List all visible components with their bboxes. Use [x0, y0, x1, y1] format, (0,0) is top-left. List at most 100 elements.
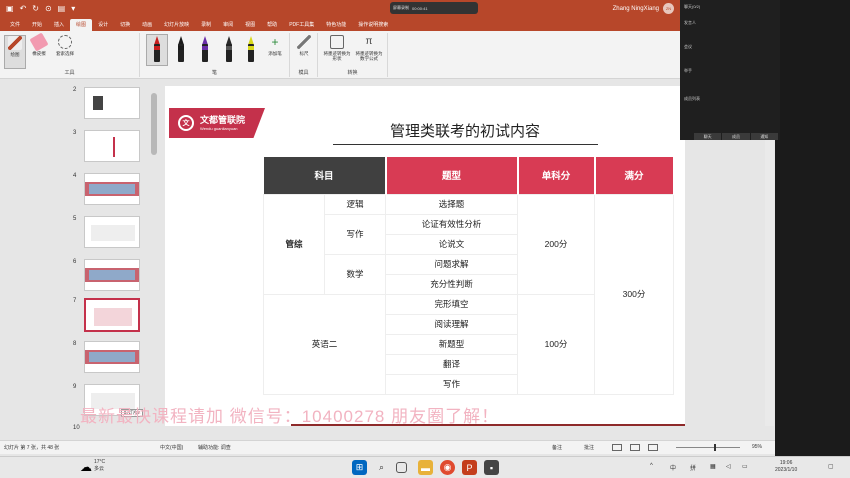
undo-icon[interactable]: ↶ — [20, 4, 27, 13]
ribbon: 绘图 橡皮擦 套索选择 工具 + 添加笔 笔 标尺 模具 将墨迹转换为形状 π … — [0, 31, 680, 79]
user-name: Zhang NingXiang — [612, 5, 659, 12]
type-cell: 阅读理解 — [385, 313, 519, 335]
tab-transitions[interactable]: 切换 — [114, 21, 136, 31]
weather-desc: 多云 — [94, 465, 105, 472]
slide-thumbnail-2[interactable] — [84, 87, 140, 119]
zoom-slider[interactable] — [676, 447, 740, 448]
panel-tab[interactable]: 成员 — [722, 133, 750, 140]
pen-black-icon[interactable] — [176, 36, 186, 64]
redo-icon[interactable]: ↻ — [32, 4, 39, 13]
weather-widget[interactable]: 17°C 多云 — [94, 459, 124, 472]
slide-thumbnail-7[interactable] — [84, 298, 140, 332]
tab-design[interactable]: 设计 — [92, 21, 114, 31]
clock-date: 2023/1/10 — [775, 467, 798, 473]
slide-thumbnail-5[interactable] — [84, 216, 140, 248]
zoom-level[interactable]: 95% — [752, 444, 762, 450]
notes-button[interactable]: 备注 — [552, 444, 562, 451]
task-view-icon[interactable] — [396, 462, 407, 473]
header-score: 单科分 — [517, 157, 596, 194]
powerpoint-icon[interactable]: P — [462, 460, 477, 475]
panel-item[interactable]: 聊天(0/2) — [684, 4, 700, 10]
volume-icon[interactable]: ◁ — [726, 463, 731, 470]
highlighter-yellow-icon[interactable] — [246, 36, 256, 64]
shape-icon — [330, 35, 344, 49]
pen-red-icon[interactable] — [152, 36, 162, 64]
recording-indicator: 屏幕录制 00:00:41 — [390, 2, 478, 14]
slide-number: 5 — [73, 216, 77, 222]
type-cell: 论证有效性分析 — [385, 213, 519, 235]
slide-canvas[interactable]: 文 文都管联院 Wendu guanlianyuan 管理类联考的初试内容 科目… — [165, 86, 685, 426]
ribbon-tabs: 文件 开始 插入 绘图 设计 切换 动画 幻灯片放映 录制 审阅 视图 帮助 P… — [0, 17, 680, 31]
header-subject: 科目 — [263, 157, 387, 194]
user-account[interactable]: Zhang NingXiang ZN — [613, 0, 680, 17]
tab-insert[interactable]: 插入 — [48, 21, 70, 31]
normal-view-icon[interactable] — [612, 444, 622, 451]
language-status[interactable]: 中文(中国) — [160, 444, 183, 451]
panel-tab[interactable]: 聊天 — [694, 133, 722, 140]
ime-mode[interactable]: 中 — [670, 463, 676, 472]
present-icon[interactable]: ⊙ — [45, 4, 52, 13]
slide-number: 3 — [73, 130, 77, 136]
tell-me-search[interactable]: 操作说明搜索 — [352, 21, 394, 31]
ime-pinyin[interactable]: 拼 — [690, 463, 696, 472]
slide-thumbnail-6[interactable] — [84, 259, 140, 291]
slide-thumbnail-4[interactable] — [84, 173, 140, 205]
pen-purple-icon[interactable] — [200, 36, 210, 64]
sub-subject-cell: 数学 — [323, 253, 387, 295]
panel-item[interactable]: 举手 — [684, 68, 692, 74]
panel-item[interactable]: 会议 — [684, 44, 692, 50]
ink-to-math-button[interactable]: π 将墨迹转换为数学公式 — [354, 35, 384, 62]
eraser-button[interactable]: 橡皮擦 — [28, 32, 50, 56]
panel-item[interactable]: 发言人 — [684, 20, 696, 26]
tab-view[interactable]: 视图 — [239, 21, 261, 31]
add-pen-button[interactable]: + 添加笔 — [264, 35, 286, 56]
panel-tab[interactable]: 通知 — [750, 133, 778, 140]
tab-draw[interactable]: 绘图 — [70, 19, 93, 31]
system-clock[interactable]: 19:06 2023/1/10 — [775, 460, 797, 474]
slide-thumbnail-3[interactable] — [84, 130, 140, 162]
panel-item[interactable]: 成员列表 — [684, 96, 700, 102]
slide-number: 7 — [73, 298, 77, 304]
ink-to-shape-button[interactable]: 将墨迹转换为形状 — [322, 35, 352, 62]
panel-scrollbar[interactable] — [151, 93, 157, 155]
tab-slideshow[interactable]: 幻灯片放映 — [158, 21, 195, 31]
windows-taskbar: ☁ 17°C 多云 ⊞ ⌕ ▬ ◉ P ▪ ^ 中 拼 ▦ ◁ ▭ 19:06 … — [0, 456, 850, 478]
ruler-button[interactable]: 标尺 — [293, 35, 315, 56]
sub-subject-cell: 逻辑 — [323, 193, 387, 215]
tools-group-label: 工具 — [64, 70, 75, 76]
tab-home[interactable]: 开始 — [26, 21, 48, 31]
tab-record[interactable]: 录制 — [195, 21, 217, 31]
file-explorer-icon[interactable]: ▬ — [418, 460, 433, 475]
slide-thumbnail-8[interactable] — [84, 341, 140, 373]
chrome-icon[interactable]: ◉ — [440, 460, 455, 475]
save-icon[interactable]: ▣ — [6, 4, 14, 13]
accessibility-status[interactable]: 辅助功能: 调查 — [198, 444, 231, 451]
tab-pdf-tools[interactable]: PDF工具集 — [283, 21, 320, 31]
app-icon[interactable]: ▪ — [484, 460, 499, 475]
lasso-select-button[interactable]: 套索选择 — [54, 35, 76, 56]
tab-help[interactable]: 帮助 — [261, 21, 283, 31]
type-cell: 问题求解 — [385, 253, 519, 275]
battery-icon[interactable]: ▭ — [742, 463, 748, 470]
slide-sorter-icon[interactable] — [630, 444, 640, 451]
draw-button[interactable]: 绘图 — [4, 35, 26, 69]
network-icon[interactable]: ▦ — [710, 463, 716, 470]
search-icon[interactable]: ⌕ — [374, 460, 389, 475]
customize-icon[interactable]: ▾ — [71, 4, 75, 13]
subject-cell: 英语二 — [262, 293, 387, 395]
convert-group: 将墨迹转换为形状 π 将墨迹转换为数学公式 转换 — [318, 33, 388, 77]
reading-view-icon[interactable] — [648, 444, 658, 451]
comments-button[interactable]: 批注 — [584, 444, 594, 451]
windows-start-icon[interactable]: ⊞ — [352, 460, 367, 475]
tab-animations[interactable]: 动画 — [136, 21, 158, 31]
eraser-icon — [29, 32, 49, 52]
pen-gray-icon[interactable] — [224, 36, 234, 64]
tab-file[interactable]: 文件 — [4, 21, 26, 31]
tray-arrow-icon[interactable]: ^ — [650, 463, 653, 469]
brand-logo: 文 文都管联院 Wendu guanlianyuan — [169, 108, 265, 138]
slides-icon[interactable]: ▤ — [58, 4, 66, 13]
tab-review[interactable]: 审阅 — [217, 21, 239, 31]
zoom-slider-handle[interactable] — [714, 444, 716, 451]
tab-features[interactable]: 特色功能 — [320, 21, 352, 31]
notification-icon[interactable]: ▢ — [828, 463, 834, 470]
